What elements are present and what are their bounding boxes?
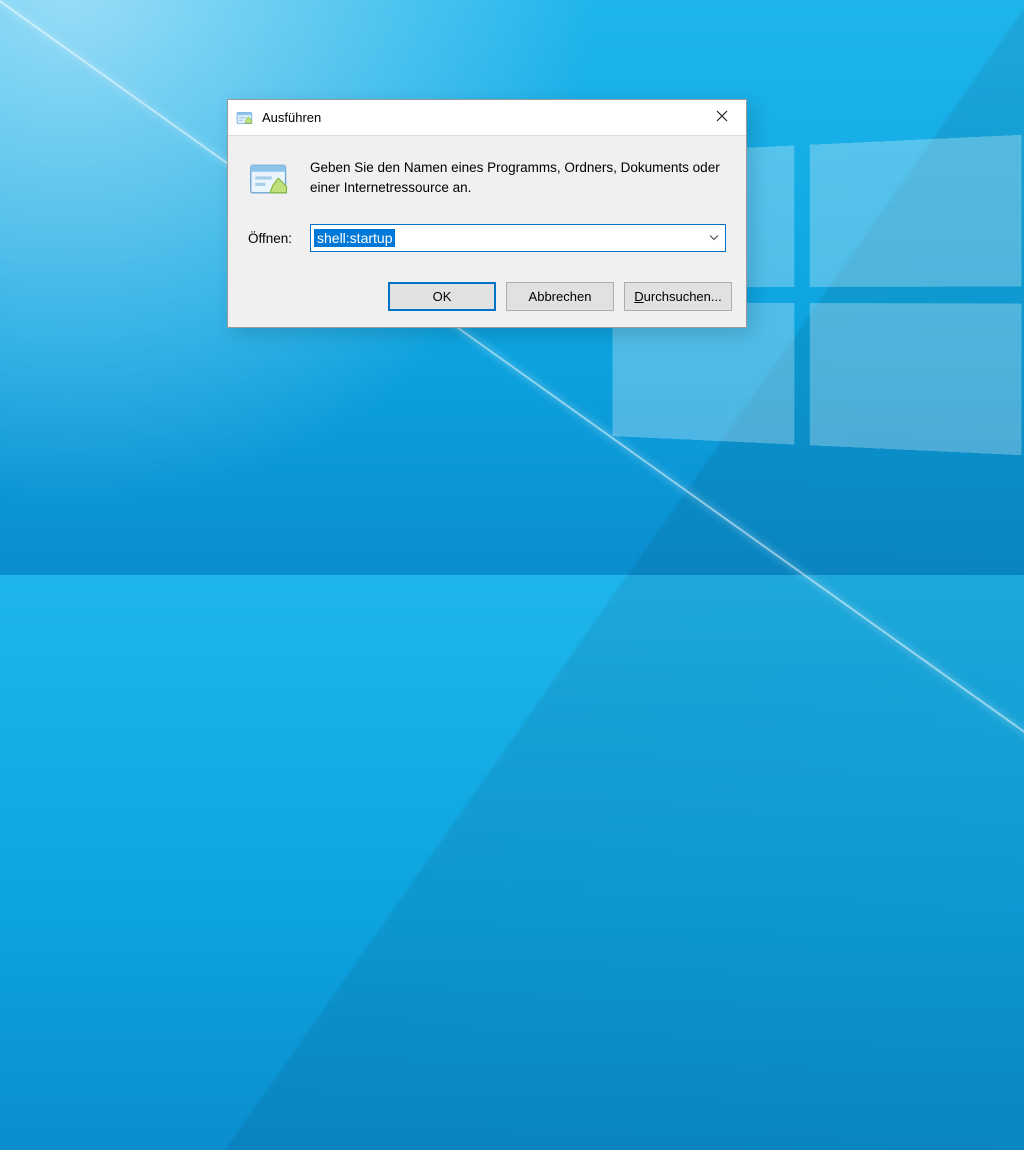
dialog-description: Geben Sie den Namen eines Programms, Ord…	[310, 158, 726, 199]
ok-button-label: OK	[433, 289, 452, 304]
cancel-button-label: Abbrechen	[529, 289, 592, 304]
ok-button[interactable]: OK	[388, 282, 496, 311]
cancel-button[interactable]: Abbrechen	[506, 282, 614, 311]
open-input[interactable]: shell:startup	[310, 224, 726, 252]
dialog-body: Geben Sie den Namen eines Programms, Ord…	[228, 136, 746, 268]
open-input-value: shell:startup	[314, 229, 395, 247]
dialog-title: Ausführen	[262, 110, 321, 125]
close-button[interactable]	[698, 100, 746, 136]
button-row: OK Abbrechen Durchsuchen...	[228, 268, 746, 327]
run-dialog: Ausführen Geben Sie den Namen eines Prog…	[227, 99, 747, 328]
browse-button-label: Durchsuchen...	[634, 289, 721, 304]
browse-button[interactable]: Durchsuchen...	[624, 282, 732, 311]
open-label: Öffnen:	[248, 231, 298, 246]
titlebar[interactable]: Ausführen	[228, 100, 746, 136]
run-icon-large	[248, 158, 292, 202]
run-icon	[236, 109, 254, 127]
chevron-down-icon[interactable]	[709, 233, 719, 244]
close-icon	[716, 109, 728, 126]
